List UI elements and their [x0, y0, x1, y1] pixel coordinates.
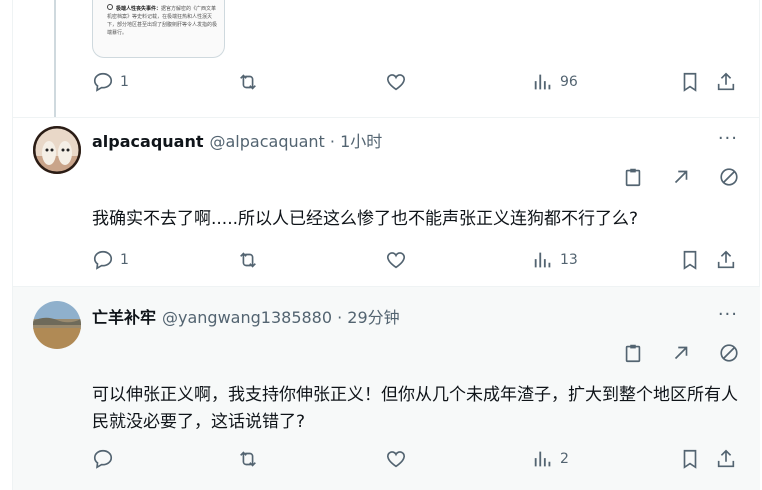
- attached-image[interactable]: 极端人性丧失事件：据官方解密的《广西文革机密档案》等史料记载，在极端狂热和人性泯…: [92, 0, 225, 58]
- reply-tweet[interactable]: alpacaquant @alpacaquant · 1小时 ··· 我确实不去了…: [13, 118, 760, 286]
- display-name[interactable]: alpacaquant: [92, 132, 204, 151]
- reply-button[interactable]: [92, 448, 120, 470]
- bookmark-icon: [683, 449, 697, 469]
- block-icon[interactable]: [718, 342, 740, 364]
- reply-icon: [93, 72, 113, 92]
- heart-icon: [386, 252, 406, 269]
- repost-icon: [240, 252, 256, 268]
- reply-button[interactable]: 1: [92, 71, 129, 93]
- bookmark-button[interactable]: [679, 249, 701, 271]
- share-icon: [717, 449, 735, 468]
- tweet-tools: [622, 342, 740, 364]
- views-button[interactable]: 13: [532, 249, 578, 271]
- tweet-tools: [622, 166, 740, 188]
- views-chart-icon: [534, 451, 551, 467]
- open-arrow-icon[interactable]: [670, 166, 692, 188]
- views-button[interactable]: 96: [532, 71, 578, 93]
- share-icon: [717, 72, 735, 91]
- reply-icon: [93, 250, 113, 270]
- heart-icon: [386, 74, 406, 91]
- views-count: 13: [560, 252, 578, 268]
- share-button[interactable]: [715, 71, 737, 93]
- bookmark-button[interactable]: [679, 448, 701, 470]
- bookmark-button[interactable]: [679, 71, 701, 93]
- reply-count: 1: [120, 74, 129, 90]
- tweet-actions: 2: [92, 448, 742, 472]
- handle-and-time[interactable]: @yangwang1385880 · 29分钟: [162, 308, 400, 327]
- repost-icon: [240, 451, 256, 467]
- more-options-icon[interactable]: ···: [718, 128, 738, 149]
- author-line: alpacaquant @alpacaquant · 1小时: [92, 128, 382, 152]
- share-button[interactable]: [715, 249, 737, 271]
- heart-icon: [386, 451, 406, 468]
- views-chart-icon: [534, 252, 551, 268]
- repost-button[interactable]: [237, 71, 259, 93]
- repost-button[interactable]: [237, 448, 259, 470]
- views-chart-icon: [534, 74, 551, 90]
- share-button[interactable]: [715, 448, 737, 470]
- handle-and-time[interactable]: @alpacaquant · 1小时: [210, 132, 383, 151]
- bookmark-icon: [683, 250, 697, 270]
- thread-connector-line: [54, 0, 56, 118]
- tweet-text: 可以伸张正义啊，我支持你伸张正义！但你从几个未成年渣子，扩大到整个地区所有人民就…: [92, 385, 738, 432]
- landscape-avatar-image: [33, 301, 81, 349]
- repost-icon: [240, 74, 256, 90]
- more-options-icon[interactable]: ···: [718, 304, 738, 325]
- views-button[interactable]: 2: [532, 448, 569, 470]
- clipboard-icon[interactable]: [622, 342, 644, 364]
- open-arrow-icon[interactable]: [670, 342, 692, 364]
- avatar[interactable]: [33, 301, 81, 349]
- share-icon: [717, 250, 735, 269]
- reply-button[interactable]: 1: [92, 249, 129, 271]
- tweet-text: 我确实不去了啊.....所以人已经这么惨了也不能声张正义连狗都不行了么?: [92, 209, 639, 229]
- bookmark-icon: [683, 72, 697, 92]
- reply-tweet[interactable]: 亡羊补牢 @yangwang1385880 · 29分钟 ··· 可以伸张正义啊，…: [13, 287, 760, 490]
- author-line: 亡羊补牢 @yangwang1385880 · 29分钟: [92, 304, 400, 328]
- views-count: 2: [560, 451, 569, 467]
- like-button[interactable]: [385, 448, 407, 470]
- like-button[interactable]: [385, 249, 407, 271]
- clipboard-icon[interactable]: [622, 166, 644, 188]
- block-icon[interactable]: [718, 166, 740, 188]
- reply-icon: [93, 449, 113, 469]
- views-count: 96: [560, 74, 578, 90]
- image-text: 极端人性丧失事件：据官方解密的《广西文革机密档案》等史料记载，在极端狂热和人性泯…: [107, 4, 218, 36]
- bullet-icon: [107, 4, 113, 10]
- avatar[interactable]: [33, 126, 81, 174]
- repost-button[interactable]: [237, 249, 259, 271]
- tweet-actions: 1 13: [92, 249, 742, 273]
- alpaca-avatar-image: [33, 126, 81, 174]
- like-button[interactable]: [385, 71, 407, 93]
- display-name[interactable]: 亡羊补牢: [92, 308, 156, 327]
- reply-count: 1: [120, 252, 129, 268]
- top-tweet-actions: 1 96: [79, 71, 735, 95]
